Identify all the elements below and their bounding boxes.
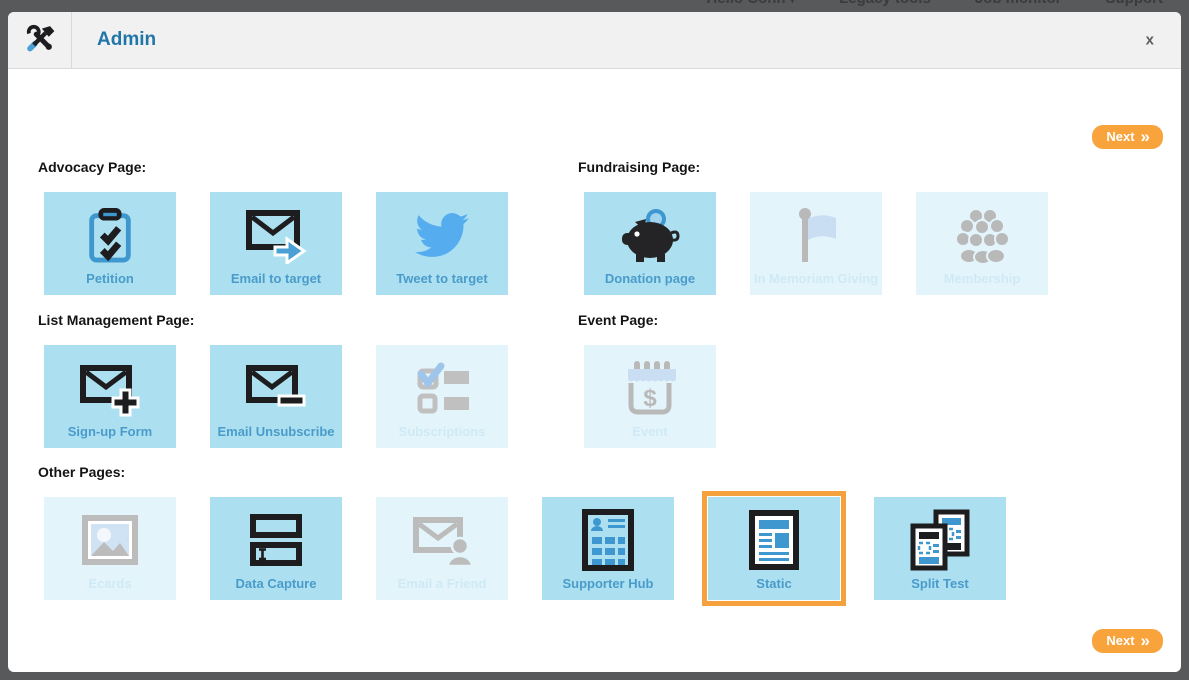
subscriptions-icon	[413, 345, 471, 424]
section-heading-advocacy: Advocacy Page:	[38, 159, 508, 175]
tile-in-memoriam-giving: In Memoriam Giving	[750, 192, 882, 295]
tile-label: Petition	[86, 271, 134, 286]
email-to-target-icon	[245, 192, 307, 271]
next-button-top[interactable]: Next »	[1092, 125, 1163, 149]
tile-data-capture[interactable]: Data Capture	[210, 497, 342, 600]
tile-email-unsubscribe[interactable]: Email Unsubscribe	[210, 345, 342, 448]
tile-row-advocacy: Petition Email to target Tweet to target	[44, 192, 508, 295]
section-fundraising: Fundraising Page: Donation page In Memor…	[578, 159, 1048, 295]
section-event: Event Page: $ Event	[578, 312, 716, 448]
section-advocacy: Advocacy Page: Petition Email to target …	[38, 159, 508, 295]
tweet-to-target-icon	[413, 192, 471, 271]
topbar-link-legacy-tools[interactable]: Legacy tools	[839, 0, 931, 7]
tile-label: Supporter Hub	[563, 576, 654, 591]
section-heading-other-pages: Other Pages:	[38, 464, 1006, 480]
admin-tools-icon	[25, 23, 55, 58]
topbar-link-support[interactable]: Support	[1106, 0, 1164, 7]
tile-petition[interactable]: Petition	[44, 192, 176, 295]
tile-supporter-hub[interactable]: Supporter Hub	[542, 497, 674, 600]
email-unsubscribe-icon	[245, 345, 307, 424]
logo-cell	[8, 12, 72, 68]
tile-donation-page[interactable]: Donation page	[584, 192, 716, 295]
topbar-link-job-monitor[interactable]: Job monitor	[975, 0, 1062, 7]
tile-subscriptions: Subscriptions	[376, 345, 508, 448]
admin-modal: Admin x Next » Advocacy Page: Petition	[8, 12, 1181, 672]
section-list-management: List Management Page: Sign-up Form Email…	[38, 312, 508, 448]
tile-label: In Memoriam Giving	[754, 271, 878, 286]
tile-label: Email to target	[231, 271, 321, 286]
section-heading-fundraising: Fundraising Page:	[578, 159, 1048, 175]
event-icon: $	[622, 345, 678, 424]
tile-row-list-management: Sign-up Form Email Unsubscribe Subscript…	[44, 345, 508, 448]
next-button-label: Next	[1106, 633, 1134, 648]
petition-icon	[83, 192, 137, 271]
tile-row-fundraising: Donation page In Memoriam Giving Members…	[584, 192, 1048, 295]
tile-row-other-pages: Ecards Data Capture Email a Friend Suppo…	[44, 497, 1006, 600]
user-menu-label: Hello Conn	[706, 0, 785, 7]
membership-icon	[952, 192, 1012, 271]
data-capture-icon	[247, 497, 305, 576]
tile-label: Membership	[944, 271, 1021, 286]
split-test-icon	[910, 497, 970, 576]
tile-label: Email Unsubscribe	[217, 424, 334, 439]
supporter-hub-icon	[581, 497, 635, 576]
tile-label: Donation page	[605, 271, 695, 286]
browser-topbar: Hello Conn ▾ Legacy tools Job monitor Sup…	[706, 0, 1163, 7]
tile-label: Data Capture	[236, 576, 317, 591]
section-other-pages: Other Pages: Ecards Data Capture Email a…	[38, 464, 1006, 600]
section-heading-event: Event Page:	[578, 312, 716, 328]
static-icon	[748, 497, 800, 576]
donation-page-icon	[619, 192, 681, 271]
next-button-label: Next	[1106, 129, 1134, 144]
tile-label: Email a Friend	[398, 576, 487, 591]
double-chevron-right-icon: »	[1141, 130, 1150, 143]
modal-content: Next » Advocacy Page: Petition Email to …	[8, 69, 1181, 672]
tile-label: Sign-up Form	[68, 424, 153, 439]
double-chevron-right-icon: »	[1141, 634, 1150, 647]
next-button-bottom[interactable]: Next »	[1092, 629, 1163, 653]
user-menu[interactable]: Hello Conn ▾	[706, 0, 795, 7]
tile-event: $ Event	[584, 345, 716, 448]
tile-label: Tweet to target	[396, 271, 488, 286]
tile-membership: Membership	[916, 192, 1048, 295]
tile-label: Ecards	[88, 576, 131, 591]
email-a-friend-icon	[412, 497, 472, 576]
tile-label: Event	[632, 424, 667, 439]
tile-email-to-target[interactable]: Email to target	[210, 192, 342, 295]
tile-row-event: $ Event	[584, 345, 716, 448]
ecards-icon	[81, 497, 139, 576]
section-heading-list-management: List Management Page:	[38, 312, 508, 328]
tile-email-a-friend: Email a Friend	[376, 497, 508, 600]
tile-tweet-to-target[interactable]: Tweet to target	[376, 192, 508, 295]
tile-static[interactable]: Static	[708, 497, 840, 600]
screen: Hello Conn ▾ Legacy tools Job monitor Sup…	[0, 0, 1189, 680]
sign-up-form-icon	[79, 345, 141, 424]
tile-ecards: Ecards	[44, 497, 176, 600]
in-memoriam-giving-icon	[790, 192, 842, 271]
modal-header: Admin x	[8, 12, 1181, 69]
chevron-down-icon: ▾	[790, 0, 796, 6]
close-button[interactable]: x	[1140, 31, 1160, 50]
svg-text:$: $	[643, 385, 657, 412]
page-title: Admin	[97, 29, 156, 51]
tile-split-test[interactable]: Split Test	[874, 497, 1006, 600]
tile-label: Split Test	[911, 576, 969, 591]
tile-label: Subscriptions	[399, 424, 486, 439]
tile-label: Static	[756, 576, 791, 591]
tile-sign-up-form[interactable]: Sign-up Form	[44, 345, 176, 448]
